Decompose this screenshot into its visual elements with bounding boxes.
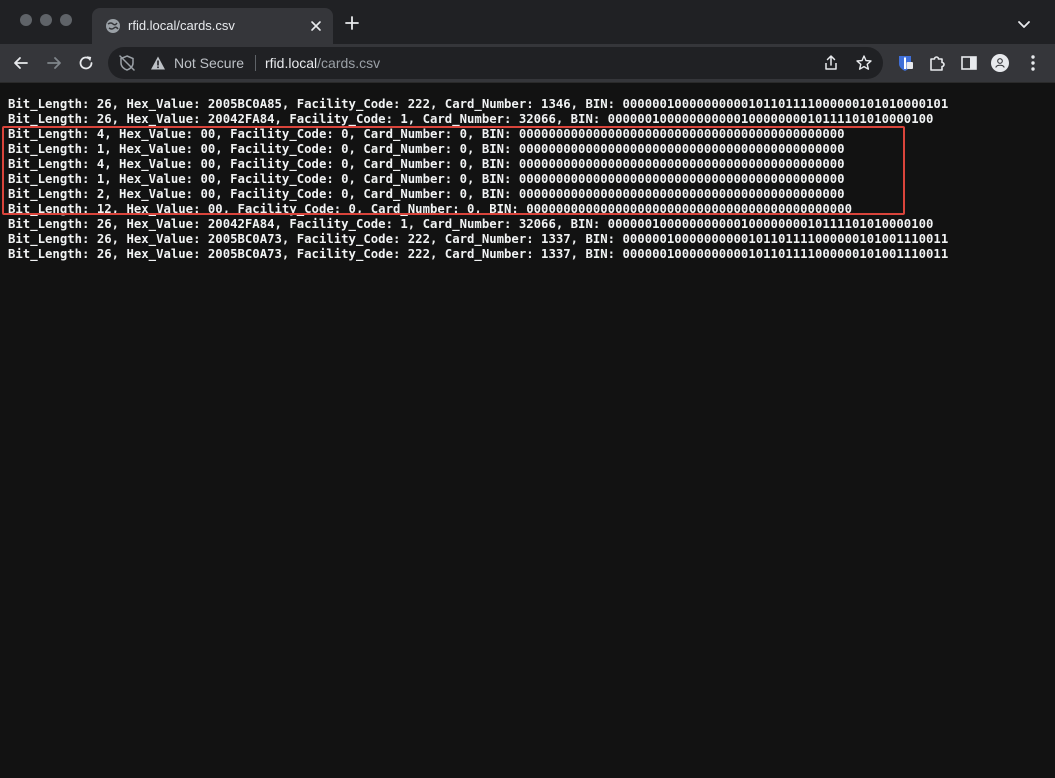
- csv-line: Bit_Length: 12, Hex_Value: 00, Facility_…: [8, 202, 852, 216]
- forward-icon[interactable]: [44, 53, 64, 73]
- profile-avatar-icon[interactable]: [990, 53, 1010, 73]
- minimize-window-button[interactable]: [40, 14, 52, 26]
- csv-text: Bit_Length: 26, Hex_Value: 2005BC0A85, F…: [8, 97, 948, 262]
- bookmark-star-icon[interactable]: [855, 54, 873, 72]
- globe-icon: [106, 19, 120, 33]
- extension-shield-icon[interactable]: [895, 53, 915, 73]
- shield-off-icon[interactable]: [118, 54, 136, 72]
- share-icon[interactable]: [822, 54, 840, 72]
- new-tab-icon[interactable]: [343, 14, 361, 32]
- url-text[interactable]: rfid.local/cards.csv: [265, 54, 380, 72]
- csv-line: Bit_Length: 26, Hex_Value: 20042FA84, Fa…: [8, 217, 934, 231]
- page-content: Bit_Length: 26, Hex_Value: 2005BC0A85, F…: [0, 83, 1055, 778]
- csv-line: Bit_Length: 1, Hex_Value: 00, Facility_C…: [8, 142, 845, 156]
- side-panel-icon[interactable]: [959, 53, 979, 73]
- csv-line: Bit_Length: 4, Hex_Value: 00, Facility_C…: [8, 157, 845, 171]
- chevron-down-icon[interactable]: [1016, 16, 1032, 32]
- zoom-window-button[interactable]: [60, 14, 72, 26]
- csv-line: Bit_Length: 4, Hex_Value: 00, Facility_C…: [8, 127, 845, 141]
- divider: [255, 55, 256, 71]
- tab-strip: rfid.local/cards.csv: [0, 0, 1055, 44]
- csv-line: Bit_Length: 2, Hex_Value: 00, Facility_C…: [8, 187, 845, 201]
- close-tab-icon[interactable]: [307, 17, 325, 35]
- close-window-button[interactable]: [20, 14, 32, 26]
- url-path: /cards.csv: [317, 55, 381, 71]
- reload-icon[interactable]: [76, 53, 96, 73]
- csv-line: Bit_Length: 26, Hex_Value: 20042FA84, Fa…: [8, 112, 934, 126]
- url-host: rfid.local: [265, 55, 318, 71]
- csv-line: Bit_Length: 26, Hex_Value: 2005BC0A85, F…: [8, 97, 949, 111]
- more-menu-icon[interactable]: [1023, 53, 1043, 73]
- warning-icon: [151, 56, 165, 70]
- csv-line: Bit_Length: 26, Hex_Value: 2005BC0A73, F…: [8, 232, 949, 246]
- tab-title: rfid.local/cards.csv: [128, 18, 235, 33]
- tab-active[interactable]: rfid.local/cards.csv: [92, 8, 333, 44]
- csv-line: Bit_Length: 1, Hex_Value: 00, Facility_C…: [8, 172, 845, 186]
- address-bar[interactable]: Not Secure rfid.local/cards.csv: [108, 47, 883, 79]
- security-status[interactable]: Not Secure: [174, 54, 244, 72]
- toolbar: Not Secure rfid.local/cards.csv: [0, 44, 1055, 83]
- browser-window: rfid.local/cards.csv Not Secure rfid.loc…: [0, 0, 1055, 778]
- csv-line: Bit_Length: 26, Hex_Value: 2005BC0A73, F…: [8, 247, 949, 261]
- back-icon[interactable]: [11, 53, 31, 73]
- puzzle-icon[interactable]: [927, 53, 947, 73]
